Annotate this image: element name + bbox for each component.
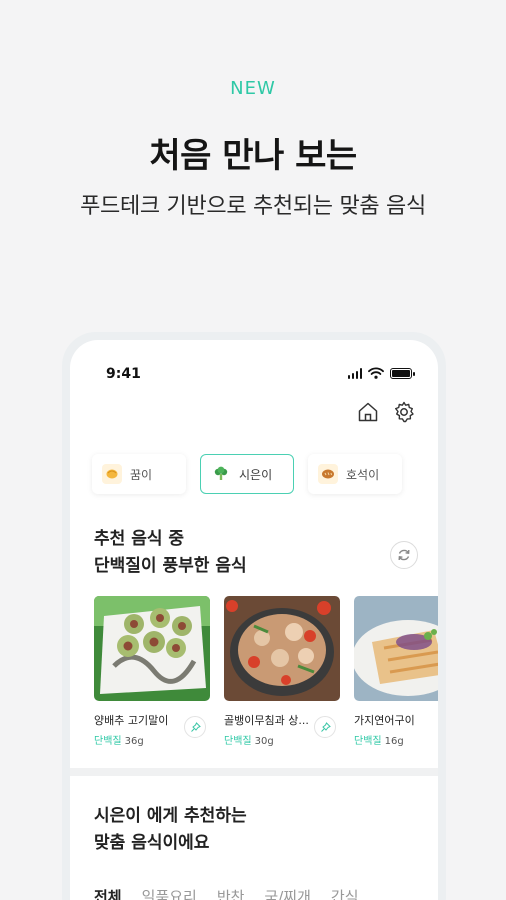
nutrient-label: 단백질 (94, 736, 122, 747)
new-badge: NEW (230, 78, 276, 99)
child-tab-kkumi[interactable]: 꿈이 (92, 454, 186, 494)
child-tab-hoseok[interactable]: 호석이 (308, 454, 402, 494)
tab-side-dish[interactable]: 반찬 (217, 886, 245, 900)
recommend-title-line2: 단백질이 풍부한 음식 (94, 556, 247, 576)
child-selector: 꿈이 시은이 호석이 (92, 454, 402, 494)
food-image (354, 596, 438, 701)
battery-icon (390, 367, 415, 379)
nutrient-label: 단백질 (354, 736, 382, 747)
personalized-title-line1: 시은이 에게 추천하는 (94, 806, 247, 826)
wifi-icon (368, 367, 384, 379)
pin-icon (190, 721, 201, 732)
tab-soup-stew[interactable]: 국/찌개 (264, 886, 310, 900)
refresh-button[interactable] (390, 541, 418, 569)
child-name: 시은이 (239, 467, 273, 482)
food-carousel: 양배추 고기말이 단백질 36g 골뱅이무침과 상... 단백질 30g 가지연… (94, 596, 438, 747)
tab-all[interactable]: 전체 (94, 886, 122, 900)
recommend-title: 추천 음식 중 단백질이 풍부한 음식 (94, 526, 247, 580)
phone-mockup: 9:41 꿈이 시은이 호석이 추천 음식 중 단백질이 풍부한 음식 양배추 … (62, 332, 446, 900)
home-icon[interactable] (356, 400, 380, 424)
nutrient-amount: 36g (124, 736, 144, 747)
food-card[interactable]: 가지연어구이 단백질 16g (354, 596, 438, 747)
food-card[interactable]: 골뱅이무침과 상... 단백질 30g (224, 596, 340, 747)
signal-icon (347, 367, 362, 379)
personalized-title-line2: 맞춤 음식이에요 (94, 833, 210, 853)
tab-main-dish[interactable]: 일품요리 (142, 886, 197, 900)
child-name: 꿈이 (130, 467, 153, 482)
food-name: 양배추 고기말이 (94, 714, 169, 727)
food-card[interactable]: 양배추 고기말이 단백질 36g (94, 596, 210, 747)
child-name: 호석이 (346, 467, 380, 482)
app-screen: 9:41 꿈이 시은이 호석이 추천 음식 중 단백질이 풍부한 음식 양배추 … (70, 340, 438, 900)
pin-button[interactable] (314, 716, 336, 738)
section-divider (70, 768, 438, 776)
food-nutrient: 단백질 16g (354, 732, 438, 747)
status-time: 9:41 (106, 366, 141, 382)
food-image (94, 596, 210, 701)
bread-icon (318, 464, 338, 484)
recommend-title-line1: 추천 음식 중 (94, 529, 185, 549)
promo-headline: 처음 만나 보는 (149, 136, 357, 176)
food-name: 가지연어구이 (354, 714, 415, 727)
pin-icon (320, 721, 331, 732)
nutrient-amount: 16g (384, 736, 404, 747)
gear-icon[interactable] (392, 400, 416, 424)
child-tab-sieun[interactable]: 시은이 (200, 454, 294, 494)
promo-subline: 푸드테크 기반으로 추천되는 맞춤 음식 (80, 194, 426, 219)
personalized-title: 시은이 에게 추천하는 맞춤 음식이에요 (94, 803, 247, 857)
dumpling-icon (102, 464, 122, 484)
food-name: 골뱅이무침과 상... (224, 714, 309, 727)
category-tabs: 전체 일품요리 반찬 국/찌개 간식 (94, 886, 359, 900)
tab-snack[interactable]: 간식 (331, 886, 359, 900)
nutrient-amount: 30g (254, 736, 274, 747)
food-image (224, 596, 340, 701)
broccoli-icon (211, 464, 231, 484)
pin-button[interactable] (184, 716, 206, 738)
refresh-icon (398, 549, 410, 561)
nutrient-label: 단백질 (224, 736, 252, 747)
status-bar-icons (347, 366, 415, 380)
